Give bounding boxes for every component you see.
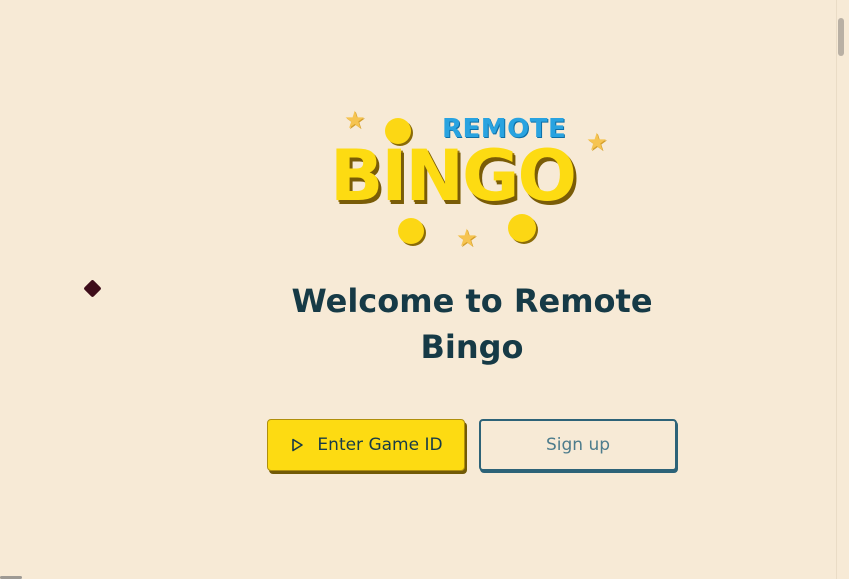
page: ★ ★ ★ REMOTE BINGO Welcome to Remote Bin…	[0, 0, 849, 579]
scrollbar-thumb[interactable]	[838, 18, 844, 56]
sign-up-label: Sign up	[545, 435, 611, 455]
sign-up-button[interactable]: Sign up	[479, 419, 677, 471]
enter-game-id-label: Enter Game ID	[317, 435, 443, 455]
page-title-line1: Welcome to Remote	[291, 282, 653, 320]
logo-bingo-text: BINGO	[330, 135, 577, 217]
diamond-icon	[83, 279, 102, 298]
star-icon: ★	[586, 128, 608, 156]
play-icon	[292, 438, 304, 452]
enter-game-id-button[interactable]: Enter Game ID	[267, 419, 465, 471]
page-title-line2: Bingo	[420, 328, 524, 366]
logo-dot	[398, 218, 424, 244]
page-title: Welcome to Remote Bingo	[272, 278, 672, 370]
star-icon: ★	[456, 224, 478, 252]
star-icon: ★	[344, 106, 366, 134]
remote-bingo-logo: ★ ★ ★ REMOTE BINGO	[330, 100, 620, 255]
logo-dot	[508, 214, 536, 242]
scrollbar[interactable]	[836, 0, 849, 579]
